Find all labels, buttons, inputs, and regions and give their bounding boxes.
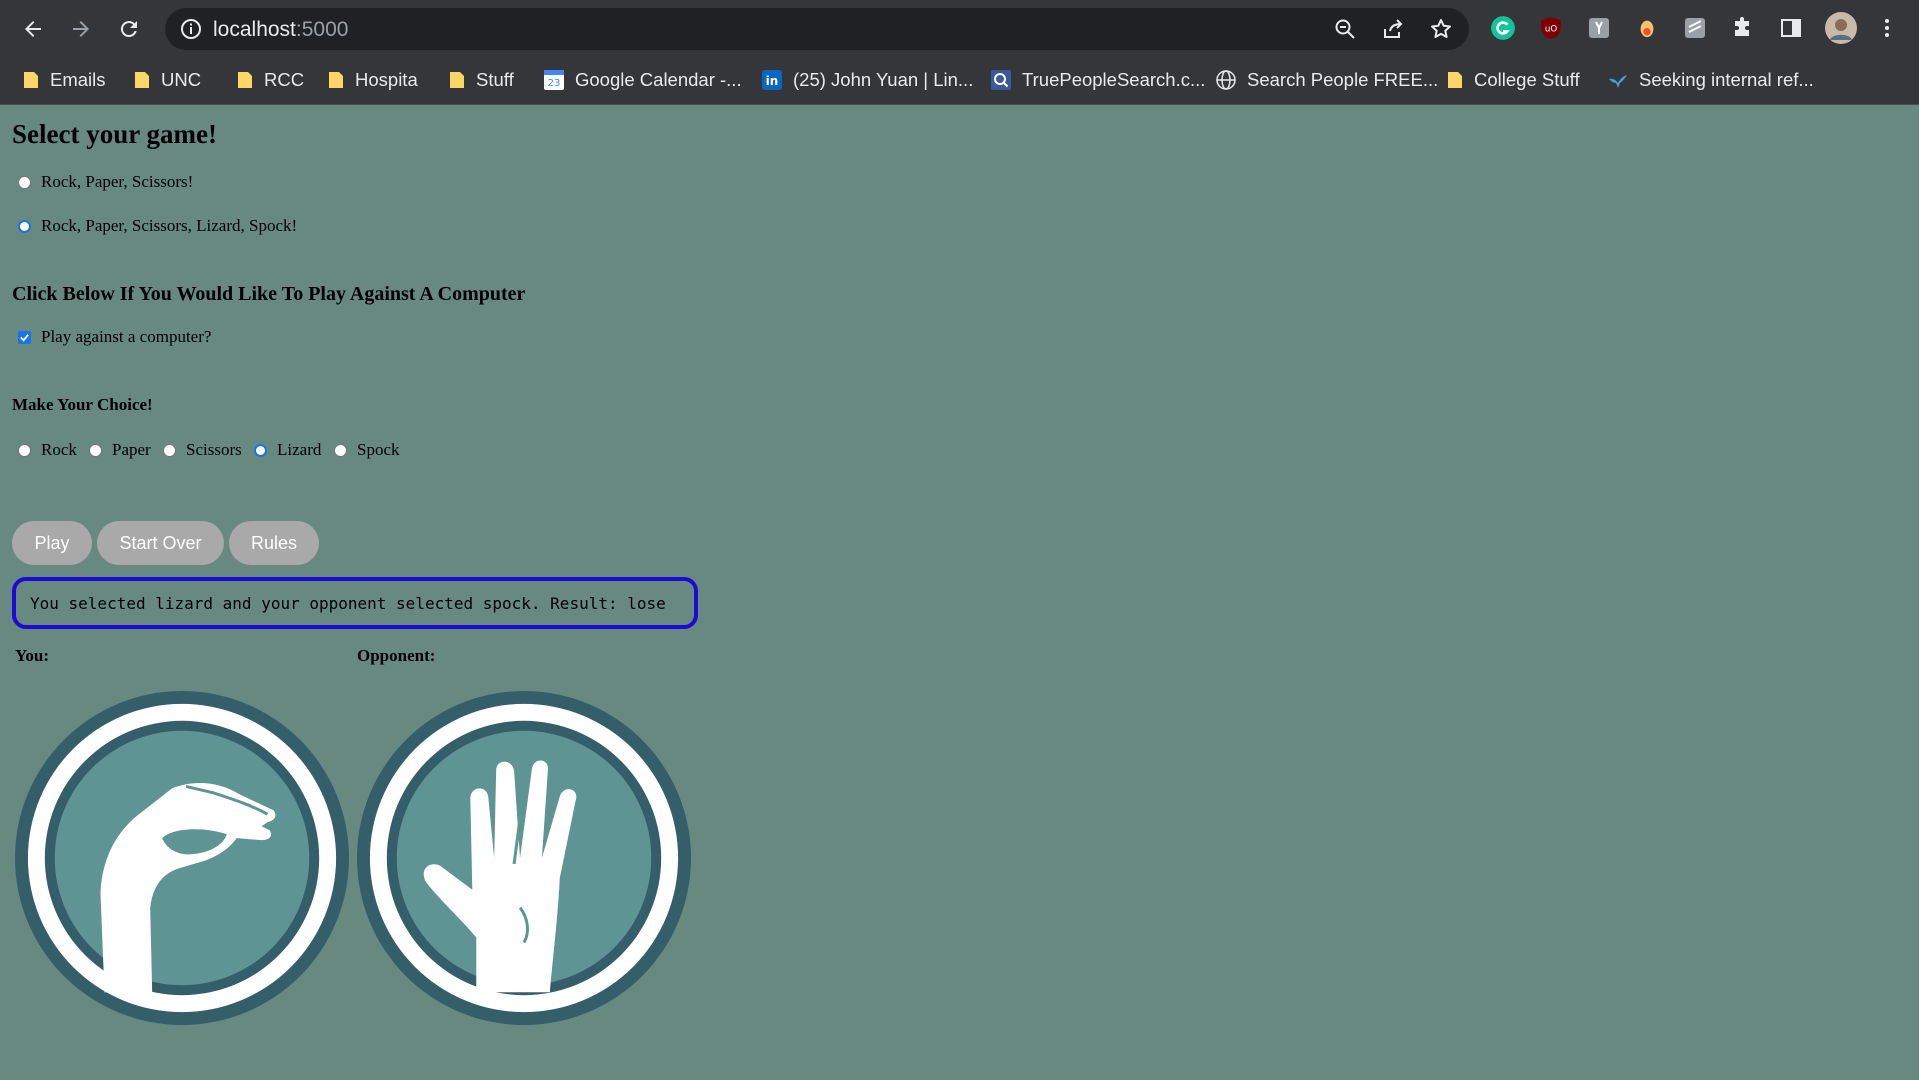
bookmark-stuff[interactable]: Stuff bbox=[448, 65, 514, 95]
forward-button[interactable] bbox=[62, 10, 100, 48]
rules-button[interactable]: Rules bbox=[229, 521, 319, 565]
bookmark-label: (25) John Yuan | Lin... bbox=[793, 69, 974, 90]
choice-label: Scissors bbox=[186, 440, 242, 459]
bookmark-seeking-internal[interactable]: Seeking internal ref... bbox=[1607, 65, 1814, 95]
folder-icon bbox=[24, 72, 38, 88]
bird-icon bbox=[1607, 69, 1629, 91]
linkedin-icon: in bbox=[761, 69, 783, 91]
calendar-icon: 23 bbox=[543, 69, 565, 91]
radio-button[interactable] bbox=[18, 443, 31, 457]
address-bar[interactable]: localhost:5000 bbox=[165, 8, 1469, 50]
bookmark-truepeoplesearch[interactable]: TruePeopleSearch.c... bbox=[990, 65, 1205, 95]
arrow-left-icon bbox=[25, 21, 41, 37]
url-text[interactable]: localhost:5000 bbox=[213, 18, 348, 42]
grammarly-icon[interactable] bbox=[1489, 14, 1517, 42]
puzzle-icon[interactable] bbox=[1729, 14, 1757, 42]
bookmark-label: Stuff bbox=[476, 69, 514, 90]
bookmark-college-stuff[interactable]: College Stuff bbox=[1446, 65, 1580, 95]
bookmark-label: Emails bbox=[50, 69, 106, 90]
folder-icon bbox=[1448, 72, 1462, 88]
bookmark-label: Seeking internal ref... bbox=[1639, 69, 1814, 90]
choice-spock[interactable]: Spock bbox=[334, 440, 400, 460]
zoom-icon[interactable] bbox=[1333, 17, 1357, 41]
svg-text:23: 23 bbox=[548, 78, 561, 89]
radio-button[interactable] bbox=[18, 175, 31, 189]
reload-icon bbox=[120, 21, 137, 38]
choice-paper[interactable]: Paper bbox=[89, 440, 151, 460]
page-content: Select your game! Rock, Paper, Scissors!… bbox=[0, 105, 1919, 1080]
check-icon bbox=[20, 333, 29, 342]
radio-button[interactable] bbox=[334, 443, 347, 457]
ublock-icon[interactable]: uO bbox=[1537, 14, 1565, 42]
bookmarks-bar: Emails UNC RCC Hospita Stuff 23 Google C… bbox=[0, 57, 1919, 105]
start-over-button[interactable]: Start Over bbox=[97, 521, 224, 565]
bookmark-label: Hospita bbox=[355, 69, 418, 90]
you-label: You: bbox=[15, 646, 50, 665]
share-icon[interactable] bbox=[1381, 17, 1405, 41]
bookmark-label: UNC bbox=[161, 69, 202, 90]
avatar[interactable] bbox=[1825, 12, 1857, 44]
back-button[interactable] bbox=[14, 10, 52, 48]
svg-text:uO: uO bbox=[1545, 24, 1557, 34]
extension-icon[interactable] bbox=[1633, 14, 1661, 42]
folder-icon bbox=[450, 72, 464, 88]
choice-label: Rock bbox=[41, 440, 77, 459]
radio-button-selected[interactable] bbox=[254, 443, 267, 457]
bookmark-linkedin[interactable]: in (25) John Yuan | Lin... bbox=[761, 65, 973, 95]
folder-icon bbox=[135, 72, 149, 88]
star-icon[interactable] bbox=[1429, 17, 1453, 41]
extension-icon[interactable] bbox=[1585, 14, 1613, 42]
reload-button[interactable] bbox=[110, 10, 148, 48]
bookmark-rcc[interactable]: RCC bbox=[236, 65, 304, 95]
bookmark-label: College Stuff bbox=[1474, 69, 1580, 90]
spock-hand-icon bbox=[356, 690, 692, 1026]
folder-icon bbox=[238, 72, 252, 88]
result-message: You selected lizard and your opponent se… bbox=[12, 577, 698, 629]
game-option-rpsls[interactable]: Rock, Paper, Scissors, Lizard, Spock! bbox=[18, 216, 297, 236]
choice-lizard[interactable]: Lizard bbox=[254, 440, 321, 460]
play-button[interactable]: Play bbox=[12, 521, 92, 565]
bookmark-label: Google Calendar -... bbox=[575, 69, 742, 90]
result-text: You selected lizard and your opponent se… bbox=[30, 593, 666, 613]
arrow-right-icon bbox=[73, 21, 89, 37]
bookmark-search-people[interactable]: Search People FREE... bbox=[1215, 65, 1438, 95]
radio-button-selected[interactable] bbox=[18, 219, 31, 233]
globe-icon bbox=[1215, 69, 1237, 91]
choice-heading: Make Your Choice! bbox=[12, 395, 153, 414]
extension-icon[interactable] bbox=[1681, 14, 1709, 42]
bookmark-unc[interactable]: UNC bbox=[133, 65, 201, 95]
bookmark-label: RCC bbox=[264, 69, 305, 90]
info-icon[interactable] bbox=[179, 17, 203, 41]
choice-label: Spock bbox=[357, 440, 400, 459]
game-option-label: Rock, Paper, Scissors, Lizard, Spock! bbox=[41, 216, 298, 235]
bookmark-google-calendar[interactable]: 23 Google Calendar -... bbox=[543, 65, 742, 95]
computer-heading: Click Below If You Would Like To Play Ag… bbox=[12, 283, 526, 305]
computer-checkbox[interactable]: Play against a computer? bbox=[18, 327, 211, 347]
game-option-label: Rock, Paper, Scissors! bbox=[41, 172, 194, 191]
choice-scissors[interactable]: Scissors bbox=[163, 440, 242, 460]
bookmark-hospita[interactable]: Hospita bbox=[327, 65, 418, 95]
side-panel-icon[interactable] bbox=[1777, 14, 1805, 42]
bookmark-emails[interactable]: Emails bbox=[22, 65, 106, 95]
checkbox-label: Play against a computer? bbox=[41, 327, 212, 346]
opponent-label: Opponent: bbox=[357, 646, 436, 665]
game-option-rps[interactable]: Rock, Paper, Scissors! bbox=[18, 172, 193, 192]
menu-icon[interactable] bbox=[1873, 14, 1901, 42]
choice-label: Lizard bbox=[277, 440, 322, 459]
lizard-hand-icon bbox=[14, 690, 350, 1026]
choice-rock[interactable]: Rock bbox=[18, 440, 77, 460]
radio-button[interactable] bbox=[163, 443, 176, 457]
page-title: Select your game! bbox=[12, 119, 217, 149]
choice-label: Paper bbox=[112, 440, 151, 459]
svg-text:in: in bbox=[766, 74, 779, 88]
browser-toolbar: localhost:5000 uO bbox=[0, 0, 1919, 57]
bookmark-label: Search People FREE... bbox=[1247, 69, 1439, 90]
bookmark-label: TruePeopleSearch.c... bbox=[1022, 69, 1206, 90]
search-icon bbox=[990, 69, 1012, 91]
folder-icon bbox=[329, 72, 343, 88]
checkbox-checked[interactable] bbox=[18, 330, 31, 344]
radio-button[interactable] bbox=[89, 443, 102, 457]
